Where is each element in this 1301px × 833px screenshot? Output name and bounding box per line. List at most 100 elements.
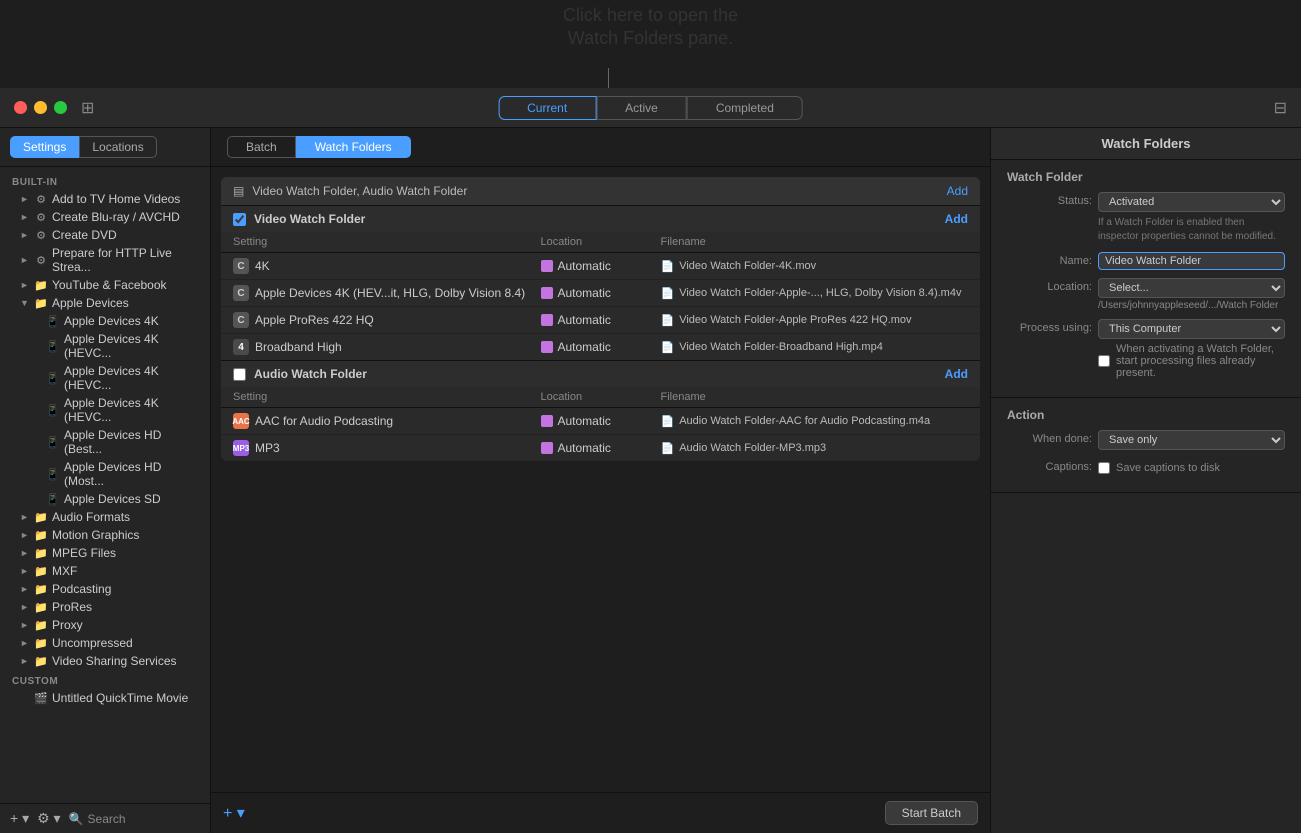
tab-watch-folders[interactable]: Watch Folders	[296, 136, 411, 158]
tab-completed[interactable]: Completed	[687, 96, 803, 120]
expand-arrow: ►	[20, 230, 30, 240]
gear-button[interactable]: ⚙ ▾	[37, 810, 60, 827]
audio-row-aac[interactable]: AAC AAC for Audio Podcasting Automatic 📄…	[221, 408, 980, 435]
grid-icon[interactable]: ⊟	[1274, 98, 1287, 118]
audio-row-mp3[interactable]: MP3 MP3 Automatic 📄 Audio Watch Folder-M…	[221, 435, 980, 461]
status-select[interactable]: Activated Deactivated	[1098, 192, 1285, 212]
expand-arrow: ►	[20, 212, 30, 222]
when-done-select[interactable]: Save only	[1098, 430, 1285, 450]
expand-arrow: ►	[20, 620, 30, 630]
add-button[interactable]: + ▾	[10, 810, 29, 827]
layout-icon[interactable]: ⊞	[81, 98, 94, 118]
filename-cell: 📄 Video Watch Folder-Broadband High.mp4	[661, 341, 969, 354]
name-row: Name:	[1007, 252, 1285, 270]
filename-cell: 📄 Video Watch Folder-4K.mov	[661, 260, 969, 273]
name-label: Name:	[1007, 252, 1092, 267]
video-row-broadband[interactable]: 4 Broadband High Automatic 📄 Video Watch…	[221, 334, 980, 360]
gear-icon: ⚙	[34, 253, 48, 267]
section-header-custom: CUSTOM	[0, 670, 210, 689]
sidebar-item-apple-hd-best[interactable]: 📱 Apple Devices HD (Best...	[0, 426, 210, 458]
add-audio-setting-button[interactable]: Add	[945, 367, 968, 381]
expand-arrow: ►	[20, 638, 30, 648]
status-value: Activated Deactivated If a Watch Folder …	[1098, 192, 1285, 244]
tab-active[interactable]: Active	[596, 96, 687, 120]
setting-icon: MP3	[233, 440, 249, 456]
video-row-4k[interactable]: C 4K Automatic 📄 Video Watch Folder-4K.m…	[221, 253, 980, 280]
process-select[interactable]: This Computer	[1098, 319, 1285, 339]
sidebar-item-dvd[interactable]: ► ⚙ Create DVD	[0, 226, 210, 244]
content-area: Batch Watch Folders ▤ Video Watch Folder…	[210, 128, 991, 833]
location-cell: Automatic	[541, 414, 661, 428]
video-row-prores[interactable]: C Apple ProRes 422 HQ Automatic 📄 Video …	[221, 307, 980, 334]
expand-arrow: ►	[20, 255, 30, 265]
device-icon: 📱	[46, 314, 60, 328]
sidebar-item-audio[interactable]: ► 📁 Audio Formats	[0, 508, 210, 526]
location-cell: Automatic	[541, 286, 661, 300]
filename-cell: 📄 Audio Watch Folder-AAC for Audio Podca…	[661, 415, 969, 428]
add-content-button[interactable]: + ▾	[223, 803, 245, 823]
sidebar-item-apple-4k[interactable]: 📱 Apple Devices 4K	[0, 312, 210, 330]
sidebar-tree: BUILT-IN ► ⚙ Add to TV Home Videos ► ⚙ C…	[0, 167, 210, 803]
search-area[interactable]: 🔍 Search	[69, 812, 126, 826]
folder-icon: 📁	[34, 546, 48, 560]
sidebar-item-motion[interactable]: ► 📁 Motion Graphics	[0, 526, 210, 544]
sidebar-item-youtube[interactable]: ► 📁 YouTube & Facebook	[0, 276, 210, 294]
gear-icon: ⚙	[34, 210, 48, 224]
sidebar-item-apple-sd[interactable]: 📱 Apple Devices SD	[0, 490, 210, 508]
sidebar-item-uncompressed[interactable]: ► 📁 Uncompressed	[0, 634, 210, 652]
sidebar-item-http[interactable]: ► ⚙ Prepare for HTTP Live Strea...	[0, 244, 210, 276]
col-setting: Setting	[233, 391, 541, 403]
setting-cell: C Apple ProRes 422 HQ	[233, 312, 541, 328]
sidebar-item-apple-4k-hevc1[interactable]: 📱 Apple Devices 4K (HEVC...	[0, 330, 210, 362]
sidebar-item-prores[interactable]: ► 📁 ProRes	[0, 598, 210, 616]
action-section-title: Action	[1007, 408, 1285, 422]
watch-folder-group: ▤ Video Watch Folder, Audio Watch Folder…	[221, 177, 980, 461]
start-batch-button[interactable]: Start Batch	[885, 801, 978, 825]
video-row-apple4k[interactable]: C Apple Devices 4K (HEV...it, HLG, Dolby…	[221, 280, 980, 307]
sidebar-item-untitled[interactable]: 🎬 Untitled QuickTime Movie	[0, 689, 210, 707]
minimize-button[interactable]	[34, 101, 47, 114]
setting-icon: C	[233, 258, 249, 274]
maximize-button[interactable]	[54, 101, 67, 114]
sidebar-tab-locations[interactable]: Locations	[79, 136, 156, 158]
process-checkbox[interactable]	[1098, 355, 1110, 367]
location-path: /Users/johnnyappleseed/.../Watch Folder	[1098, 300, 1285, 311]
captions-checkbox[interactable]	[1098, 462, 1110, 474]
sidebar-item-proxy[interactable]: ► 📁 Proxy	[0, 616, 210, 634]
device-icon: 📱	[46, 339, 60, 353]
audio-folder-header: Audio Watch Folder Add	[221, 361, 980, 387]
watch-folder-section-title: Watch Folder	[1007, 170, 1285, 184]
process-label: Process using:	[1007, 319, 1092, 334]
close-button[interactable]	[14, 101, 27, 114]
inspector-panel: Watch Folders Watch Folder Status: Activ…	[991, 128, 1301, 833]
sidebar-item-apple-4k-hevc2[interactable]: 📱 Apple Devices 4K (HEVC...	[0, 362, 210, 394]
sidebar-item-mpeg[interactable]: ► 📁 MPEG Files	[0, 544, 210, 562]
location-select[interactable]: Select...	[1098, 278, 1285, 298]
location-icon	[541, 442, 553, 454]
expand-arrow: ►	[20, 566, 30, 576]
expand-arrow: ►	[20, 280, 30, 290]
sidebar-tab-settings[interactable]: Settings	[10, 136, 79, 158]
sidebar-item-add-to-tv[interactable]: ► ⚙ Add to TV Home Videos	[0, 190, 210, 208]
sidebar-item-podcasting[interactable]: ► 📁 Podcasting	[0, 580, 210, 598]
folder-icon: 📁	[34, 636, 48, 650]
device-icon: 📱	[46, 371, 60, 385]
add-video-setting-button[interactable]: Add	[945, 212, 968, 226]
sidebar-item-video-sharing[interactable]: ► 📁 Video Sharing Services	[0, 652, 210, 670]
audio-table-header: Setting Location Filename	[221, 387, 980, 408]
add-watch-folder-button[interactable]: Add	[947, 184, 968, 198]
sidebar-item-bluray[interactable]: ► ⚙ Create Blu-ray / AVCHD	[0, 208, 210, 226]
setting-icon: C	[233, 285, 249, 301]
tab-batch[interactable]: Batch	[227, 136, 296, 158]
audio-folder-checkbox[interactable]	[233, 368, 246, 381]
sidebar-item-apple-4k-hevc3[interactable]: 📱 Apple Devices 4K (HEVC...	[0, 394, 210, 426]
folder-icon: 📁	[34, 510, 48, 524]
name-input[interactable]	[1098, 252, 1285, 270]
location-cell: Automatic	[541, 340, 661, 354]
gear-icon: ⚙	[34, 192, 48, 206]
tab-current[interactable]: Current	[498, 96, 596, 120]
video-folder-checkbox[interactable]	[233, 213, 246, 226]
sidebar-item-mxf[interactable]: ► 📁 MXF	[0, 562, 210, 580]
sidebar-item-apple-hd-most[interactable]: 📱 Apple Devices HD (Most...	[0, 458, 210, 490]
sidebar-item-apple-devices[interactable]: ▼ 📁 Apple Devices	[0, 294, 210, 312]
